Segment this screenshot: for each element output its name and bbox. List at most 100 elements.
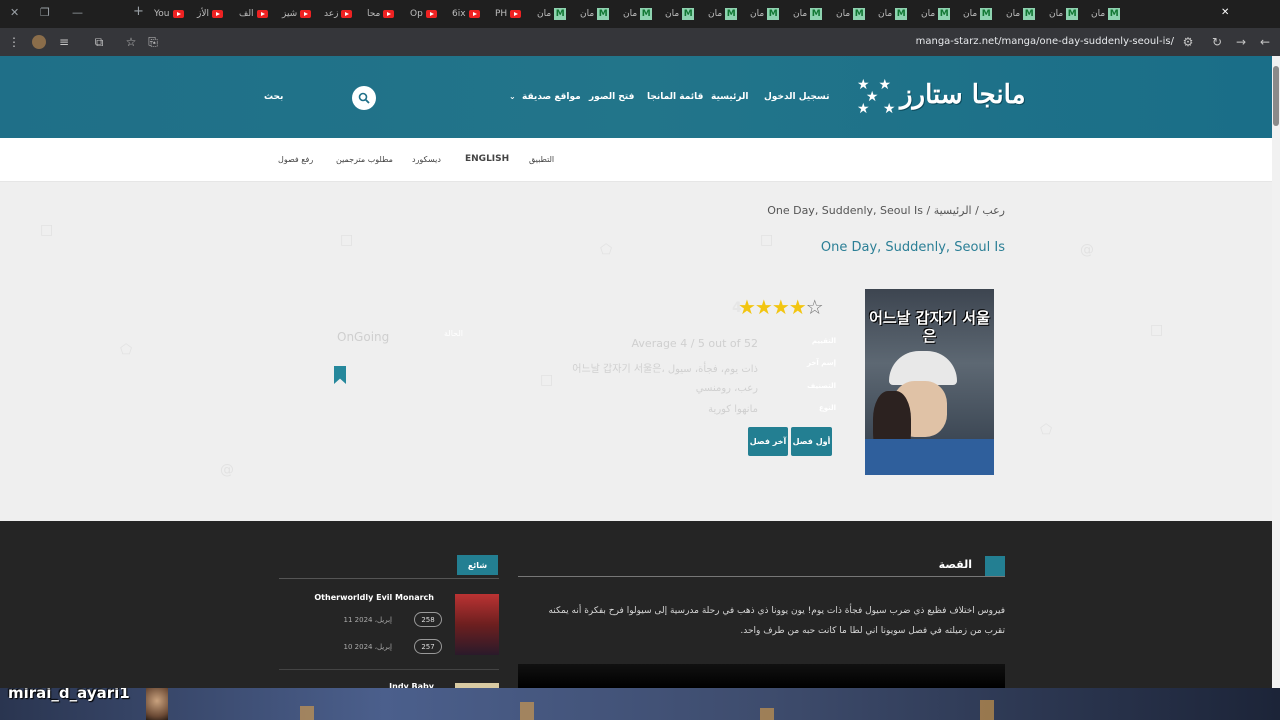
browser-tab[interactable]: 6ix: [452, 5, 480, 23]
story-text: فيروس اختلاف فظيع ذي ضرب سيول فجأة ذات ي…: [548, 606, 1005, 636]
tab-label: الأز: [197, 9, 209, 19]
site-logo[interactable]: مانجا ستارز: [900, 80, 1026, 110]
browser-tab[interactable]: مان M: [793, 5, 823, 23]
subnav-discord[interactable]: ديسكورد: [412, 155, 441, 164]
share-icon[interactable]: ⎘: [146, 35, 160, 49]
search-button[interactable]: [352, 86, 376, 110]
url-field[interactable]: manga-starz.net/manga/one-day-suddenly-s…: [916, 36, 1174, 47]
extensions-icon[interactable]: ⧉: [92, 35, 106, 49]
browser-tab[interactable]: مان M: [665, 5, 695, 23]
close-tab-icon[interactable]: ✕: [1221, 7, 1229, 18]
browser-tab[interactable]: مان M: [878, 5, 908, 23]
tab-label: مان: [708, 9, 723, 19]
rating-stars[interactable]: ★★★★☆: [738, 295, 824, 319]
manga-starz-icon: M: [853, 8, 866, 20]
close-window-icon[interactable]: ✕: [10, 6, 19, 19]
trending-title[interactable]: Otherworldly Evil Monarch: [314, 593, 434, 602]
youtube-icon: [256, 10, 268, 18]
browser-tab[interactable]: زعد: [324, 5, 353, 23]
minimize-window-icon[interactable]: —: [72, 6, 83, 19]
page-scrollbar[interactable]: [1272, 56, 1280, 688]
trending-cover[interactable]: [455, 594, 499, 655]
tab-label: مان: [921, 9, 936, 19]
youtube-icon: [468, 10, 480, 18]
city-light: [760, 708, 774, 720]
last-chapter-button[interactable]: آخر فصل: [748, 427, 788, 456]
breadcrumb-title[interactable]: One Day, Suddenly, Seoul Is: [767, 204, 923, 217]
subnav-app[interactable]: التطبيق: [529, 155, 554, 164]
nav-manga-list[interactable]: قائمة المانجا: [647, 92, 703, 102]
manga-starz-icon: M: [938, 8, 951, 20]
subnav-english[interactable]: ENGLISH: [465, 154, 509, 164]
profile-avatar[interactable]: [32, 35, 46, 49]
menu-dots-icon[interactable]: ⋮: [7, 35, 21, 49]
bookmark-icon[interactable]: [334, 366, 346, 384]
city-light: [520, 702, 534, 720]
tab-label: محا: [367, 9, 381, 19]
tab-label: زعد: [324, 9, 339, 19]
subnav-translators[interactable]: مطلوب مترجمين: [336, 155, 393, 164]
tab-label: مان: [1091, 9, 1106, 19]
chapter-pill[interactable]: 257: [414, 639, 442, 654]
trending-heading: شائع: [457, 555, 498, 575]
reading-list-icon[interactable]: ≡: [57, 35, 71, 49]
browser-tab[interactable]: مان M: [1091, 5, 1121, 23]
browser-tab[interactable]: مان M: [623, 5, 653, 23]
browser-tab[interactable]: مان M: [836, 5, 866, 23]
nav-image-opener[interactable]: فتح الصور: [589, 92, 634, 102]
breadcrumb-home[interactable]: الرئيسية: [934, 204, 972, 217]
reload-icon[interactable]: ↻: [1210, 35, 1224, 49]
browser-tab[interactable]: You: [154, 5, 184, 23]
search-label[interactable]: بحث: [264, 92, 283, 102]
manga-starz-icon: M: [980, 8, 993, 20]
page-title: One Day, Suddenly, Seoul Is: [820, 240, 1005, 255]
city-light: [980, 700, 994, 720]
address-bar: ⋮ ≡ ⧉ ☆ ⎘ manga-starz.net/manga/one-day-…: [0, 28, 1280, 56]
browser-tab[interactable]: مان M: [580, 5, 610, 23]
cover-title: 어느날 갑자기 서울은: [869, 309, 990, 345]
manga-info-section: □ □ ⬠ □ @ □ ⬠ □ ⬠ @ One Day, Suddenly, S…: [0, 182, 1272, 522]
nav-home[interactable]: الرئيسية: [711, 92, 748, 102]
story-heading: القصة: [938, 558, 972, 571]
subnav-upload[interactable]: رفع فصول: [278, 155, 313, 164]
decor-square-icon: □: [340, 232, 354, 248]
tab-label: مان: [1049, 9, 1064, 19]
nav-friend-sites[interactable]: مواقع صديقة: [522, 92, 581, 102]
genres-value[interactable]: رعب، رومنسي: [696, 383, 758, 394]
browser-tab[interactable]: PH: [495, 5, 522, 23]
heading-marker: [985, 556, 1005, 576]
forward-icon[interactable]: →: [1234, 35, 1248, 49]
browser-tab[interactable]: مان M: [750, 5, 780, 23]
cover-clothes-shape: [865, 439, 994, 475]
bookmark-star-icon[interactable]: ☆: [124, 35, 138, 49]
site-settings-icon[interactable]: ⚙: [1181, 35, 1195, 49]
label-alt-name: إسم آخر: [806, 359, 836, 367]
browser-tab[interactable]: الأز: [197, 5, 223, 23]
browser-tab[interactable]: مان M: [1049, 5, 1079, 23]
browser-tab[interactable]: الف: [239, 5, 268, 23]
tab-label: شيز: [282, 9, 298, 19]
browser-tab[interactable]: شيز: [282, 5, 312, 23]
back-icon[interactable]: ←: [1258, 35, 1272, 49]
manga-cover: 어느날 갑자기 서울은: [865, 289, 994, 475]
youtube-icon: [425, 10, 437, 18]
browser-tab[interactable]: محا: [367, 5, 395, 23]
tab-label: مان: [836, 9, 851, 19]
browser-tab[interactable]: مان M: [1006, 5, 1036, 23]
browser-tab[interactable]: مان M: [537, 5, 567, 23]
nav-login[interactable]: تسجيل الدخول: [764, 92, 829, 102]
browser-tab[interactable]: مان M: [963, 5, 993, 23]
scrollbar-thumb[interactable]: [1273, 66, 1279, 126]
manga-starz-icon: M: [640, 8, 653, 20]
breadcrumb-genre[interactable]: رعب: [982, 204, 1005, 217]
browser-tab[interactable]: مان M: [708, 5, 738, 23]
new-tab-icon[interactable]: +: [133, 4, 144, 19]
browser-tab[interactable]: Op: [410, 5, 437, 23]
story-header: القصة: [518, 556, 1005, 577]
chapter-pill[interactable]: 258: [414, 612, 442, 627]
restore-window-icon[interactable]: ❐: [40, 6, 50, 19]
first-chapter-button[interactable]: أول فصل: [791, 427, 832, 456]
browser-tab[interactable]: مان M: [921, 5, 951, 23]
manga-starz-icon: M: [1023, 8, 1036, 20]
content-section: القصة فيروس اختلاف فظيع ذي ضرب سيول فجأة…: [0, 521, 1272, 691]
